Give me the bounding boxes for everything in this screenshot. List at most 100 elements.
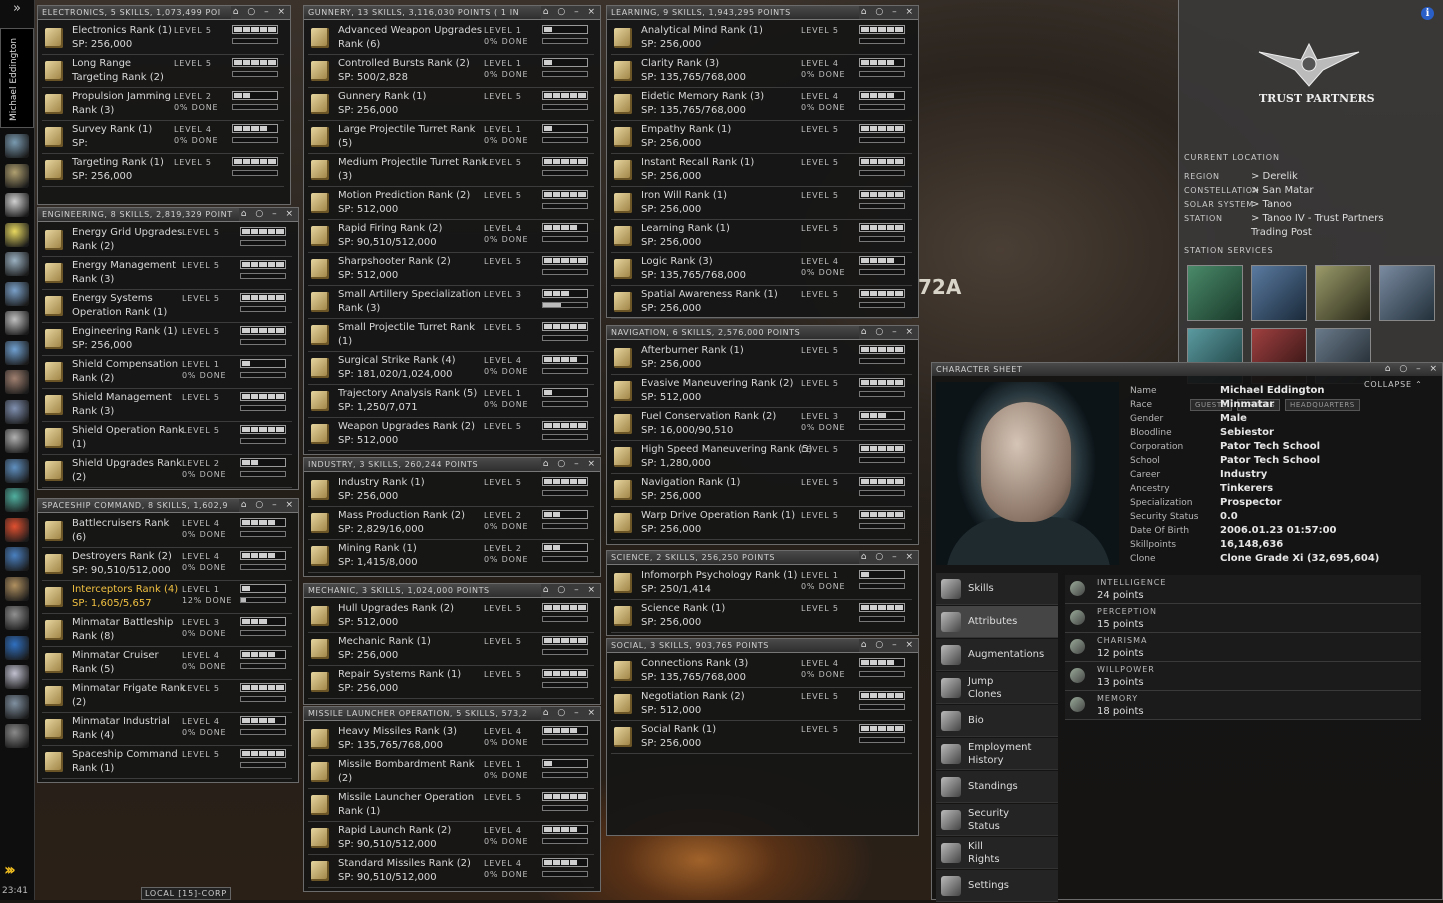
location-value[interactable]: Trading Post [1251,227,1312,238]
skill-row[interactable]: Mining Rank (1) SP: 1,415/8,000 LEVEL 2 0% … [308,540,594,573]
skill-row[interactable]: Missile Bombardment Rank (2) LEVEL 1 0% DON… [308,756,594,789]
skill-row[interactable]: Sharpshooter Rank (2) SP: 512,000 LEVEL 5 [308,253,594,286]
collapse-button[interactable]: COLLAPSE ⌃ [1364,380,1423,389]
window-controls[interactable]: ⌂ ○ – × [540,584,600,597]
skill-row[interactable]: Battlecruisers Rank (6) LEVEL 4 0% DONE [42,515,292,548]
skill-row[interactable]: Empathy Rank (1) SP: 256,000 LEVEL 5 [611,121,912,154]
skill-row[interactable]: Fuel Conservation Rank (2) SP: 16,000/90,… [611,408,912,441]
skill-row[interactable]: Minmatar Cruiser Rank (5) LEVEL 4 0% DONE [42,647,292,680]
window-controls[interactable]: ⌂ ○ – × [540,6,600,19]
skill-row[interactable]: Heavy Missiles Rank (3) SP: 135,765/768,0… [308,723,594,756]
window-header[interactable]: LEARNING, 9 SKILLS, 1,943,295 POINTS ⌂ ○ … [607,6,918,20]
skill-row[interactable]: Motion Prediction Rank (2) SP: 512,000 LEV… [308,187,594,220]
skill-row[interactable]: Trajectory Analysis Rank (5) SP: 1,250/7,… [308,385,594,418]
skill-row[interactable]: Destroyers Rank (2) SP: 90,510/512,000 LEV… [42,548,292,581]
nav-item-standings[interactable]: Standings [936,771,1058,803]
skill-row[interactable]: Shield Operation Rank (1) LEVEL 5 [42,422,292,455]
skill-row[interactable]: Afterburner Rank (1) SP: 256,000 LEVEL 5 [611,342,912,375]
skill-row[interactable]: Energy Systems Operation Rank (1) LEVEL 5 [42,290,292,323]
window-controls[interactable]: ⌂ ○ – × [858,6,918,19]
skill-row[interactable]: Long Range Targeting Rank (2) LEVEL 5 [42,55,284,88]
inventory-icon[interactable] [5,281,29,306]
skill-row[interactable]: Engineering Rank (1) SP: 256,000 LEVEL 5 [42,323,292,356]
skill-row[interactable]: Rapid Firing Rank (2) SP: 90,510/512,000 L… [308,220,594,253]
skill-row[interactable]: Minmatar Industrial Rank (4) LEVEL 4 0% DON… [42,713,292,746]
journal-icon[interactable] [5,576,29,601]
skill-row[interactable]: Social Rank (1) SP: 256,000 LEVEL 5 [611,721,912,754]
map-icon[interactable] [5,252,29,276]
skill-row[interactable]: Surgical Strike Rank (4) SP: 181,020/1,02… [308,352,594,385]
skill-row[interactable]: Shield Upgrades Rank (2) LEVEL 2 0% DONE [42,455,292,488]
skill-row[interactable]: Shield Compensation Rank (2) LEVEL 1 0% DON… [42,356,292,389]
skill-row[interactable]: Small Projectile Turret Rank (1) LEVEL 5 [308,319,594,352]
skill-row[interactable]: Instant Recall Rank (1) SP: 256,000 LEVEL … [611,154,912,187]
skill-row[interactable]: Eidetic Memory Rank (3) SP: 135,765/768,0… [611,88,912,121]
window-controls[interactable]: ⌂ ○ – × [858,326,918,339]
skill-row[interactable]: Advanced Weapon Upgrades Rank (6) LEVEL 1 0… [308,22,594,55]
skill-row[interactable]: Repair Systems Rank (1) SP: 256,000 LEVEL … [308,666,594,699]
repair-icon[interactable] [1251,265,1307,321]
window-header[interactable]: NAVIGATION, 6 SKILLS, 2,576,000 POINTS ⌂ … [607,326,918,340]
window-header[interactable]: SOCIAL, 3 SKILLS, 903,765 POINTS ⌂ ○ – × [607,639,918,653]
skill-row[interactable]: Weapon Upgrades Rank (2) SP: 512,000 LEVEL… [308,418,594,451]
science-icon[interactable] [5,399,29,424]
window-header[interactable]: MISSILE LAUNCHER OPERATION, 5 SKILLS, 57… [304,707,600,721]
skill-row[interactable]: Hull Upgrades Rank (2) SP: 512,000 LEVEL 5 [308,600,594,633]
window-controls[interactable]: ⌂ ○ – × [540,458,600,471]
skill-row[interactable]: Shield Management Rank (3) LEVEL 5 [42,389,292,422]
skill-row[interactable]: Interceptors Rank (4) SP: 1,605/5,657 LEVE… [42,581,292,614]
skill-row[interactable]: Connections Rank (3) SP: 135,765/768,000 L… [611,655,912,688]
character-sheet-header[interactable]: CHARACTER SHEET ⌂ ○ – × [932,363,1442,376]
drone-icon[interactable] [5,724,29,748]
browser-icon[interactable] [5,547,29,571]
skill-row[interactable]: Clarity Rank (3) SP: 135,765/768,000 LEVEL… [611,55,912,88]
nav-item-augmentations[interactable]: Augmentations [936,639,1058,671]
window-header[interactable]: SCIENCE, 2 SKILLS, 256,250 POINTS ⌂ ○ – × [607,551,918,565]
skill-row[interactable]: Energy Grid Upgrades Rank (2) LEVEL 5 [42,224,292,257]
skill-row[interactable]: Navigation Rank (1) SP: 256,000 LEVEL 5 [611,474,912,507]
skill-row[interactable]: Survey Rank (1) SP: LEVEL 4 0% DONE [42,121,284,154]
expand-arrows-icon[interactable]: ››› [4,860,16,879]
corp-icon[interactable] [5,340,29,365]
nav-item-security[interactable]: Security Status [936,804,1058,836]
neocom-expand-button[interactable]: » [0,0,34,18]
skill-row[interactable]: Rapid Launch Rank (2) SP: 90,510/512,000 L… [308,822,594,855]
local-chat-tab[interactable]: LOCAL [15]-CORP [141,887,231,900]
skill-row[interactable]: Mechanic Rank (1) SP: 256,000 LEVEL 5 [308,633,594,666]
fitting-icon[interactable] [5,370,29,394]
skill-row[interactable]: Electronics Rank (1) SP: 256,000 LEVEL 5 [42,22,284,55]
location-value[interactable]: > San Matar [1251,185,1313,196]
info-icon[interactable] [5,635,29,660]
skill-row[interactable]: Targeting Rank (1) SP: 256,000 LEVEL 5 [42,154,284,187]
skill-row[interactable]: Science Rank (1) SP: 256,000 LEVEL 5 [611,600,912,633]
skill-row[interactable]: Warp Drive Operation Rank (1) SP: 256,000… [611,507,912,540]
tab-headquarters[interactable]: HEADQUARTERS [1284,399,1360,411]
reprocessing-icon[interactable] [1315,265,1371,321]
skill-row[interactable]: Controlled Bursts Rank (2) SP: 500/2,828 L… [308,55,594,88]
window-header[interactable]: SPACESHIP COMMAND, 8 SKILLS, 1,602,9 ⌂ ○ … [38,499,298,513]
window-header[interactable]: ELECTRONICS, 5 SKILLS, 1,073,499 POI ⌂ ○ … [38,6,290,20]
window-header[interactable]: ENGINEERING, 8 SKILLS, 2,819,329 POINT ⌂ … [38,208,298,222]
info-icon[interactable]: i [1421,7,1434,20]
window-controls[interactable]: ⌂ ○ – × [238,499,298,512]
skill-row[interactable]: Medium Projectile Turret Rank (3) LEVEL 5 [308,154,594,187]
window-controls[interactable]: ⌂ ○ – × [540,707,600,720]
medical-icon[interactable] [1187,265,1243,321]
skill-row[interactable]: Gunnery Rank (1) SP: 256,000 LEVEL 5 [308,88,594,121]
window-controls[interactable]: ⌂ ○ – × [858,551,918,564]
mail-icon[interactable] [5,193,29,217]
skill-row[interactable]: Propulsion Jamming Rank (3) LEVEL 2 0% DONE [42,88,284,121]
agent-icon[interactable] [5,665,29,689]
skill-row[interactable]: Large Projectile Turret Rank (5) LEVEL 1 0%… [308,121,594,154]
help-icon[interactable] [5,517,29,542]
character-icon[interactable] [5,163,29,188]
neocom-character-tab[interactable]: Michael Eddington [0,28,34,128]
location-value[interactable]: > Tanoo IV - Trust Partners [1251,213,1384,224]
portrait-icon[interactable] [5,134,29,158]
skill-row[interactable]: Learning Rank (1) SP: 256,000 LEVEL 5 [611,220,912,253]
skill-row[interactable]: Minmatar Battleship Rank (8) LEVEL 3 0% DON… [42,614,292,647]
window-controls[interactable]: ⌂ ○ – × [238,208,298,221]
wallet-icon[interactable] [5,488,29,512]
market-service-icon[interactable] [1379,265,1435,321]
skill-row[interactable]: Logic Rank (3) SP: 135,765/768,000 LEVEL 4… [611,253,912,286]
